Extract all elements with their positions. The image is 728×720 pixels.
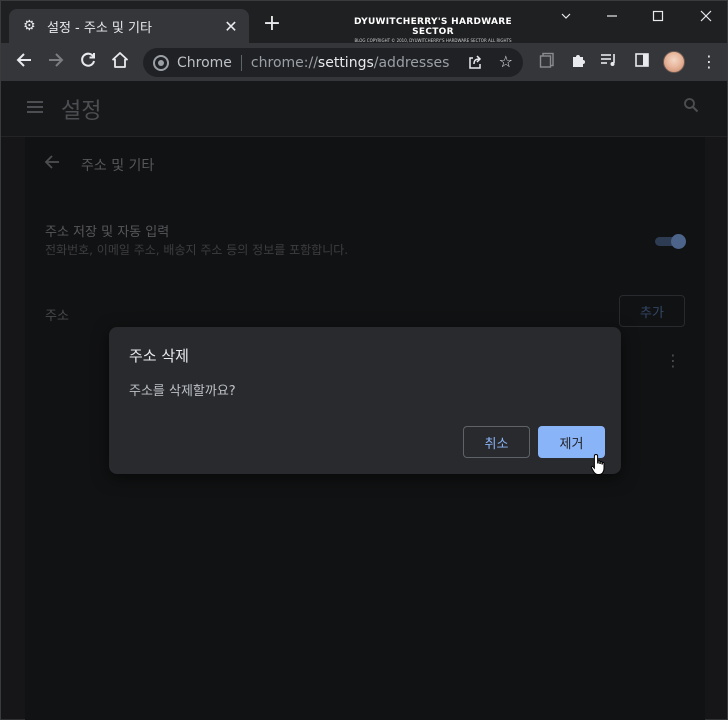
home-button[interactable] [109, 51, 131, 73]
reload-icon [81, 52, 95, 67]
close-icon [700, 10, 712, 22]
star-icon[interactable]: ☆ [499, 52, 513, 71]
browser-window: ⚙ 설정 - 주소 및 기타 ✕ + DYUWITCHERRY'S HARDWA… [0, 0, 728, 720]
share-icon[interactable] [467, 54, 483, 74]
omnibox[interactable]: Chrome chrome://settings/addresses ☆ [143, 48, 523, 77]
avatar[interactable] [663, 51, 685, 73]
cancel-button[interactable]: 취소 [463, 426, 530, 458]
omnibox-separator [240, 54, 242, 71]
url-host: settings [317, 54, 374, 71]
minimize-icon [607, 15, 617, 17]
chevron-down-icon [561, 13, 571, 19]
media-queue-icon[interactable] [599, 52, 619, 72]
chrome-icon [153, 54, 169, 71]
minimize-window-button[interactable] [589, 1, 635, 31]
tab-title: 설정 - 주소 및 기타 [47, 20, 152, 36]
omnibox-origin: Chrome [177, 54, 232, 71]
side-panel-icon[interactable] [632, 52, 652, 72]
arrow-right-icon [49, 53, 64, 67]
tab-search-icon[interactable] [537, 52, 557, 72]
gear-icon: ⚙ [23, 18, 36, 34]
forward-button[interactable] [45, 51, 67, 73]
arrow-left-icon [16, 53, 31, 67]
minimize-button[interactable] [543, 1, 589, 31]
maximize-button[interactable] [635, 1, 681, 31]
kebab-icon[interactable]: ⋮ [701, 51, 717, 73]
close-icon[interactable]: ✕ [223, 17, 239, 36]
puzzle-icon[interactable] [568, 52, 588, 72]
reload-button[interactable] [77, 51, 99, 73]
plus-icon[interactable]: + [261, 13, 283, 35]
close-window-button[interactable] [683, 1, 728, 31]
hand-cursor-icon [590, 453, 605, 475]
dialog-body: 주소를 삭제할까요? [129, 384, 236, 399]
home-icon [112, 52, 128, 68]
tab-strip: ⚙ 설정 - 주소 및 기타 ✕ + DYUWITCHERRY'S HARDWA… [1, 1, 728, 48]
watermark-title: DYUWITCHERRY'S HARDWARE SECTOR [354, 17, 512, 37]
dialog-title: 주소 삭제 [129, 347, 189, 365]
url-path: /addresses [373, 54, 450, 71]
maximize-icon [652, 10, 664, 22]
url-scheme: chrome:// [250, 54, 318, 71]
tab-settings[interactable]: ⚙ 설정 - 주소 및 기타 ✕ [9, 9, 249, 43]
toolbar: Chrome chrome://settings/addresses ☆ ⋮ [1, 43, 727, 81]
back-button[interactable] [13, 51, 35, 73]
remove-address-dialog: 주소 삭제 주소를 삭제할까요? 취소 제거 [109, 327, 621, 474]
